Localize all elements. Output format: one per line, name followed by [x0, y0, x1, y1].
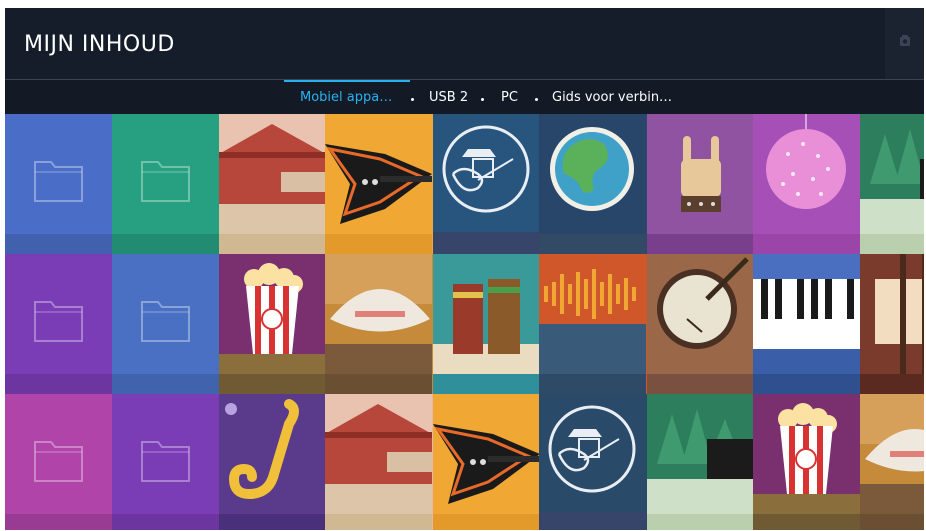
disco-ball-icon	[753, 114, 860, 254]
content-tile-piano-forest[interactable]	[647, 394, 753, 530]
content-tile-saxophone[interactable]	[219, 394, 325, 530]
tab-connection-guide[interactable]: Gids voor verbin…	[552, 90, 672, 105]
content-tile-guitar-player[interactable]	[433, 114, 539, 254]
content-tile-popcorn[interactable]	[219, 254, 325, 394]
barn-icon	[325, 394, 433, 530]
content-tile-disco-ball[interactable]	[753, 114, 860, 254]
cowboy-hat-icon	[860, 394, 924, 530]
content-tile-folder[interactable]	[5, 254, 112, 394]
tab-separator	[535, 98, 538, 101]
piano-forest-icon	[860, 114, 924, 254]
electric-guitar-icon	[433, 394, 539, 530]
rock-hand-icon	[647, 114, 753, 254]
popcorn-icon	[753, 394, 860, 530]
gear-icon	[898, 34, 912, 53]
content-tile-folder[interactable]	[5, 394, 112, 530]
folder-icon	[112, 394, 219, 530]
content-tile-folder[interactable]	[112, 394, 219, 530]
electric-guitar-icon	[325, 114, 433, 254]
content-tile-globe[interactable]	[539, 114, 647, 254]
header-bar: MIJN INHOUD	[5, 8, 924, 80]
content-tile-cowboy-hat[interactable]	[325, 254, 433, 394]
tab-usb[interactable]: USB 2	[429, 90, 468, 105]
content-tile-electric-guitar[interactable]	[433, 394, 539, 530]
settings-button[interactable]	[885, 8, 924, 79]
content-tile-folder[interactable]	[112, 254, 219, 394]
globe-icon	[539, 114, 647, 254]
content-tile-banjo[interactable]	[647, 254, 753, 394]
content-tile-electric-guitar[interactable]	[325, 114, 433, 254]
active-tab-indicator	[284, 80, 410, 82]
content-tile-guitar-player[interactable]	[539, 394, 647, 530]
piano-keys-icon	[860, 254, 924, 394]
page-title: MIJN INHOUD	[24, 32, 175, 57]
content-tile-barn[interactable]	[325, 394, 433, 530]
folder-icon	[5, 394, 112, 530]
content-tile-folder[interactable]	[5, 114, 112, 254]
content-tile-bongo-drums[interactable]	[433, 254, 539, 394]
tab-separator	[481, 98, 484, 101]
guitar-player-icon	[539, 394, 647, 530]
content-tile-sound-wave[interactable]	[539, 254, 647, 394]
folder-icon	[112, 114, 219, 254]
barn-icon	[219, 114, 325, 254]
source-tabs: Mobiel appa… USB 2 PC Gids voor verbin…	[5, 80, 924, 114]
sound-wave-icon	[539, 254, 647, 394]
content-grid	[5, 114, 924, 530]
bongo-drums-icon	[433, 254, 539, 394]
content-tile-popcorn[interactable]	[753, 394, 860, 530]
guitar-player-icon	[433, 114, 539, 254]
tab-pc[interactable]: PC	[501, 90, 518, 105]
folder-icon	[5, 254, 112, 394]
content-tile-piano-keys[interactable]	[860, 254, 924, 394]
cowboy-hat-icon	[325, 254, 433, 394]
keyboard-icon	[753, 254, 860, 394]
popcorn-icon	[219, 254, 325, 394]
piano-forest-icon	[647, 394, 753, 530]
banjo-icon	[647, 254, 753, 394]
tab-separator	[411, 98, 414, 101]
folder-icon	[5, 114, 112, 254]
content-tile-folder[interactable]	[112, 114, 219, 254]
content-tile-keyboard[interactable]	[753, 254, 860, 394]
tv-screen: MIJN INHOUD Mobiel appa… USB 2 PC Gids v…	[5, 8, 924, 530]
content-tile-rock-hand[interactable]	[647, 114, 753, 254]
saxophone-icon	[219, 394, 325, 530]
content-tile-cowboy-hat[interactable]	[860, 394, 924, 530]
content-tile-piano-forest[interactable]	[860, 114, 924, 254]
tab-mobile-device[interactable]: Mobiel appa…	[300, 90, 392, 105]
content-tile-barn[interactable]	[219, 114, 325, 254]
folder-icon	[112, 254, 219, 394]
